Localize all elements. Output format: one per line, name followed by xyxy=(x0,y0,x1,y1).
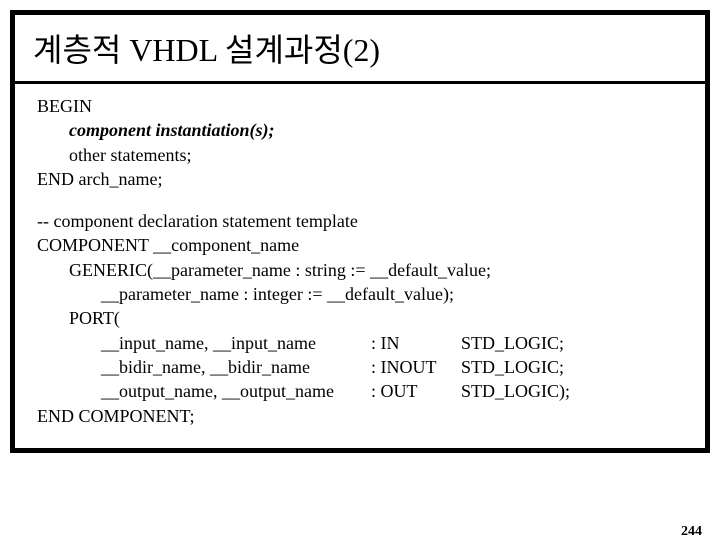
code-line-other: other statements; xyxy=(37,143,683,167)
code-port-input: __input_name, __input_name : IN STD_LOGI… xyxy=(37,331,683,355)
slide-frame: 계층적 VHDL 설계과정(2) BEGIN component instant… xyxy=(10,10,710,453)
port-input-type: STD_LOGIC; xyxy=(461,331,564,355)
slide-body: BEGIN component instantiation(s); other … xyxy=(15,84,705,448)
port-bidir-dir: : INOUT xyxy=(371,355,461,379)
port-input-dir: : IN xyxy=(371,331,461,355)
spacer xyxy=(37,191,683,209)
code-comment: -- component declaration statement templ… xyxy=(37,209,683,233)
port-output-type: STD_LOGIC); xyxy=(461,379,570,403)
code-line-end-arch: END arch_name; xyxy=(37,167,683,191)
port-bidir-type: STD_LOGIC; xyxy=(461,355,564,379)
slide-title: 계층적 VHDL 설계과정(2) xyxy=(33,25,687,71)
page-number: 244 xyxy=(681,524,702,540)
code-port-open: PORT( xyxy=(37,306,683,330)
code-component: COMPONENT __component_name xyxy=(37,233,683,257)
code-generic-2: __parameter_name : integer := __default_… xyxy=(37,282,683,306)
code-line-instantiation: component instantiation(s); xyxy=(37,118,683,142)
code-port-bidir: __bidir_name, __bidir_name : INOUT STD_L… xyxy=(37,355,683,379)
code-port-output: __output_name, __output_name : OUT STD_L… xyxy=(37,379,683,403)
title-bar: 계층적 VHDL 설계과정(2) xyxy=(15,15,705,84)
code-generic-1: GENERIC(__parameter_name : string := __d… xyxy=(37,258,683,282)
code-line-begin: BEGIN xyxy=(37,94,683,118)
port-output-names: __output_name, __output_name xyxy=(101,379,371,403)
port-input-names: __input_name, __input_name xyxy=(101,331,371,355)
port-bidir-names: __bidir_name, __bidir_name xyxy=(101,355,371,379)
code-end-component: END COMPONENT; xyxy=(37,404,683,428)
port-output-dir: : OUT xyxy=(371,379,461,403)
